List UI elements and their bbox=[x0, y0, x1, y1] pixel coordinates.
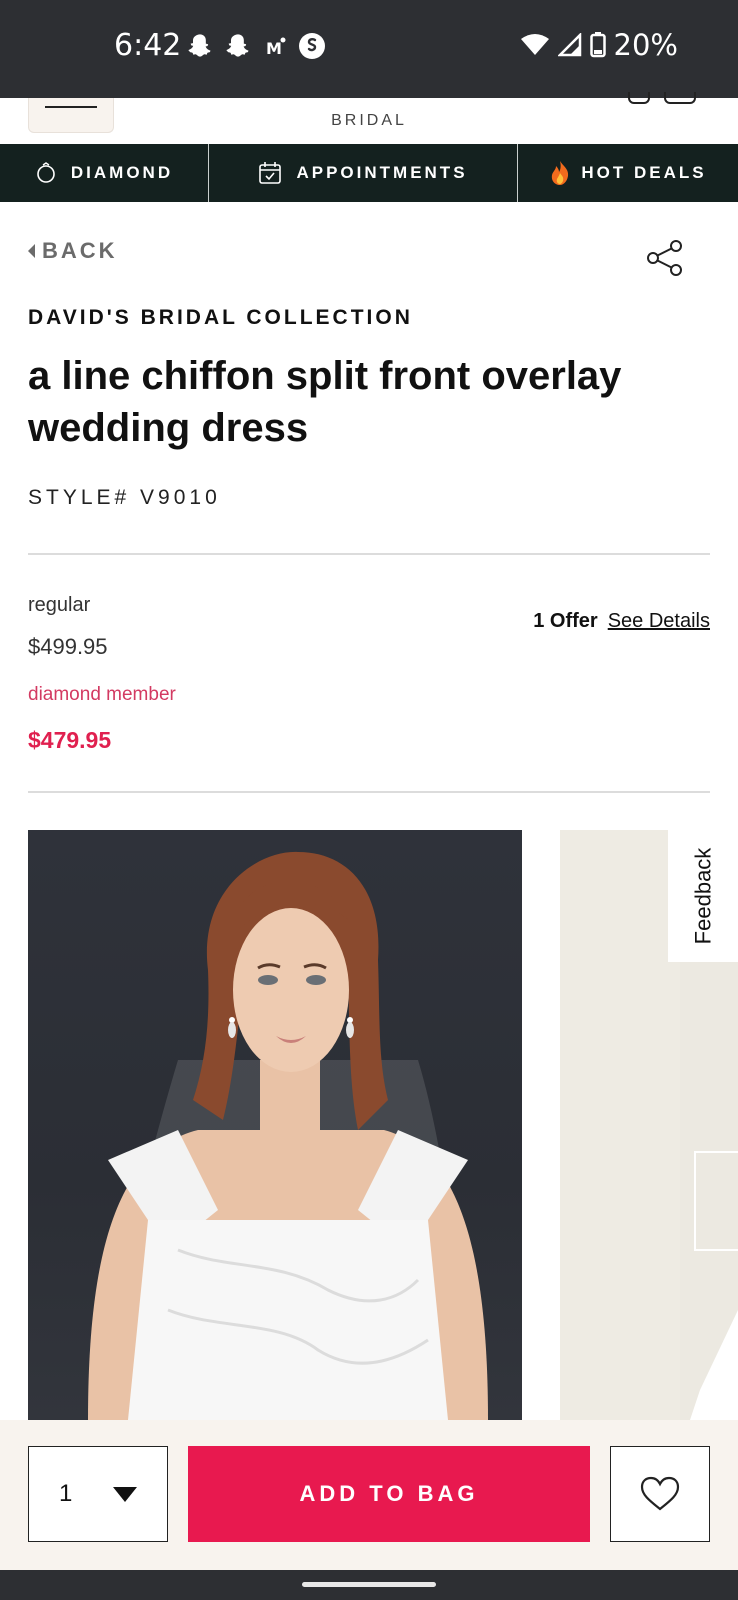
wishlist-button[interactable] bbox=[610, 1446, 710, 1542]
header-actions bbox=[628, 92, 698, 104]
see-details-link[interactable]: See Details bbox=[608, 610, 710, 633]
gmail-icon: M bbox=[266, 37, 286, 57]
svg-text:M: M bbox=[266, 39, 282, 57]
collection-name: DAVID'S BRIDAL COLLECTION bbox=[28, 306, 413, 329]
product-title: a line chiffon split front overlay weddi… bbox=[28, 354, 622, 450]
battery-level: 20% bbox=[613, 28, 678, 62]
member-price: $479.95 bbox=[28, 727, 112, 753]
promo-nav: DIAMOND APPOINTMENTS HOT DEALS bbox=[0, 144, 738, 202]
wifi-icon bbox=[520, 34, 549, 55]
offer-count: 1 Offer bbox=[533, 610, 598, 632]
status-bar: 6:42 M 20% bbox=[0, 0, 738, 98]
home-gesture-handle[interactable] bbox=[302, 1582, 436, 1587]
system-nav-bar bbox=[0, 1570, 738, 1600]
member-price-label: diamond member bbox=[28, 684, 176, 705]
nav-hot-deals-label: HOT DEALS bbox=[581, 163, 707, 182]
snapchat-icon bbox=[188, 34, 211, 57]
feedback-label: Feedback bbox=[690, 847, 715, 945]
feedback-tab[interactable]: Feedback bbox=[668, 830, 738, 962]
status-time: 6:42 bbox=[114, 28, 182, 63]
regular-price: $499.95 bbox=[28, 634, 108, 659]
calendar-icon bbox=[259, 162, 282, 184]
add-to-bag-button[interactable]: ADD TO BAG bbox=[188, 1446, 590, 1542]
system-status: 20% bbox=[520, 28, 678, 62]
notification-icons: M bbox=[186, 32, 326, 60]
signal-icon bbox=[557, 33, 581, 57]
shazam-icon bbox=[299, 33, 325, 59]
model-illustration bbox=[88, 851, 488, 1420]
nav-diamond-label: DIAMOND bbox=[70, 163, 174, 182]
heart-icon bbox=[640, 1476, 680, 1511]
battery-icon bbox=[589, 32, 606, 58]
quantity-select[interactable]: 1 bbox=[28, 1446, 168, 1542]
caret-left-icon bbox=[28, 244, 35, 258]
back-label: BACK bbox=[42, 238, 118, 263]
hamburger-icon bbox=[45, 106, 97, 108]
quantity-value: 1 bbox=[59, 1480, 73, 1507]
bag-icon[interactable] bbox=[664, 92, 696, 104]
snapchat-icon bbox=[226, 34, 249, 57]
offer-info: 1 Offer See Details bbox=[533, 610, 710, 633]
search-icon[interactable] bbox=[628, 92, 650, 104]
site-header: BRIDAL bbox=[0, 92, 738, 144]
brand-logo-text: BRIDAL bbox=[331, 112, 407, 129]
nav-appointments-label: APPOINTMENTS bbox=[296, 163, 468, 182]
regular-price-label: regular bbox=[28, 594, 91, 616]
share-icon[interactable] bbox=[646, 240, 684, 276]
back-link[interactable]: BACK bbox=[28, 238, 118, 264]
ring-icon bbox=[37, 162, 55, 183]
divider bbox=[28, 553, 710, 555]
divider bbox=[28, 791, 710, 793]
nav-hot-deals[interactable]: HOT DEALS bbox=[517, 144, 738, 202]
fire-icon bbox=[552, 161, 569, 185]
product-image-main[interactable] bbox=[28, 830, 522, 1420]
nav-diamond[interactable]: DIAMOND bbox=[0, 144, 208, 202]
nav-appointments[interactable]: APPOINTMENTS bbox=[208, 144, 517, 202]
style-number: STYLE# V9010 bbox=[28, 486, 221, 509]
chevron-down-icon bbox=[113, 1487, 137, 1502]
